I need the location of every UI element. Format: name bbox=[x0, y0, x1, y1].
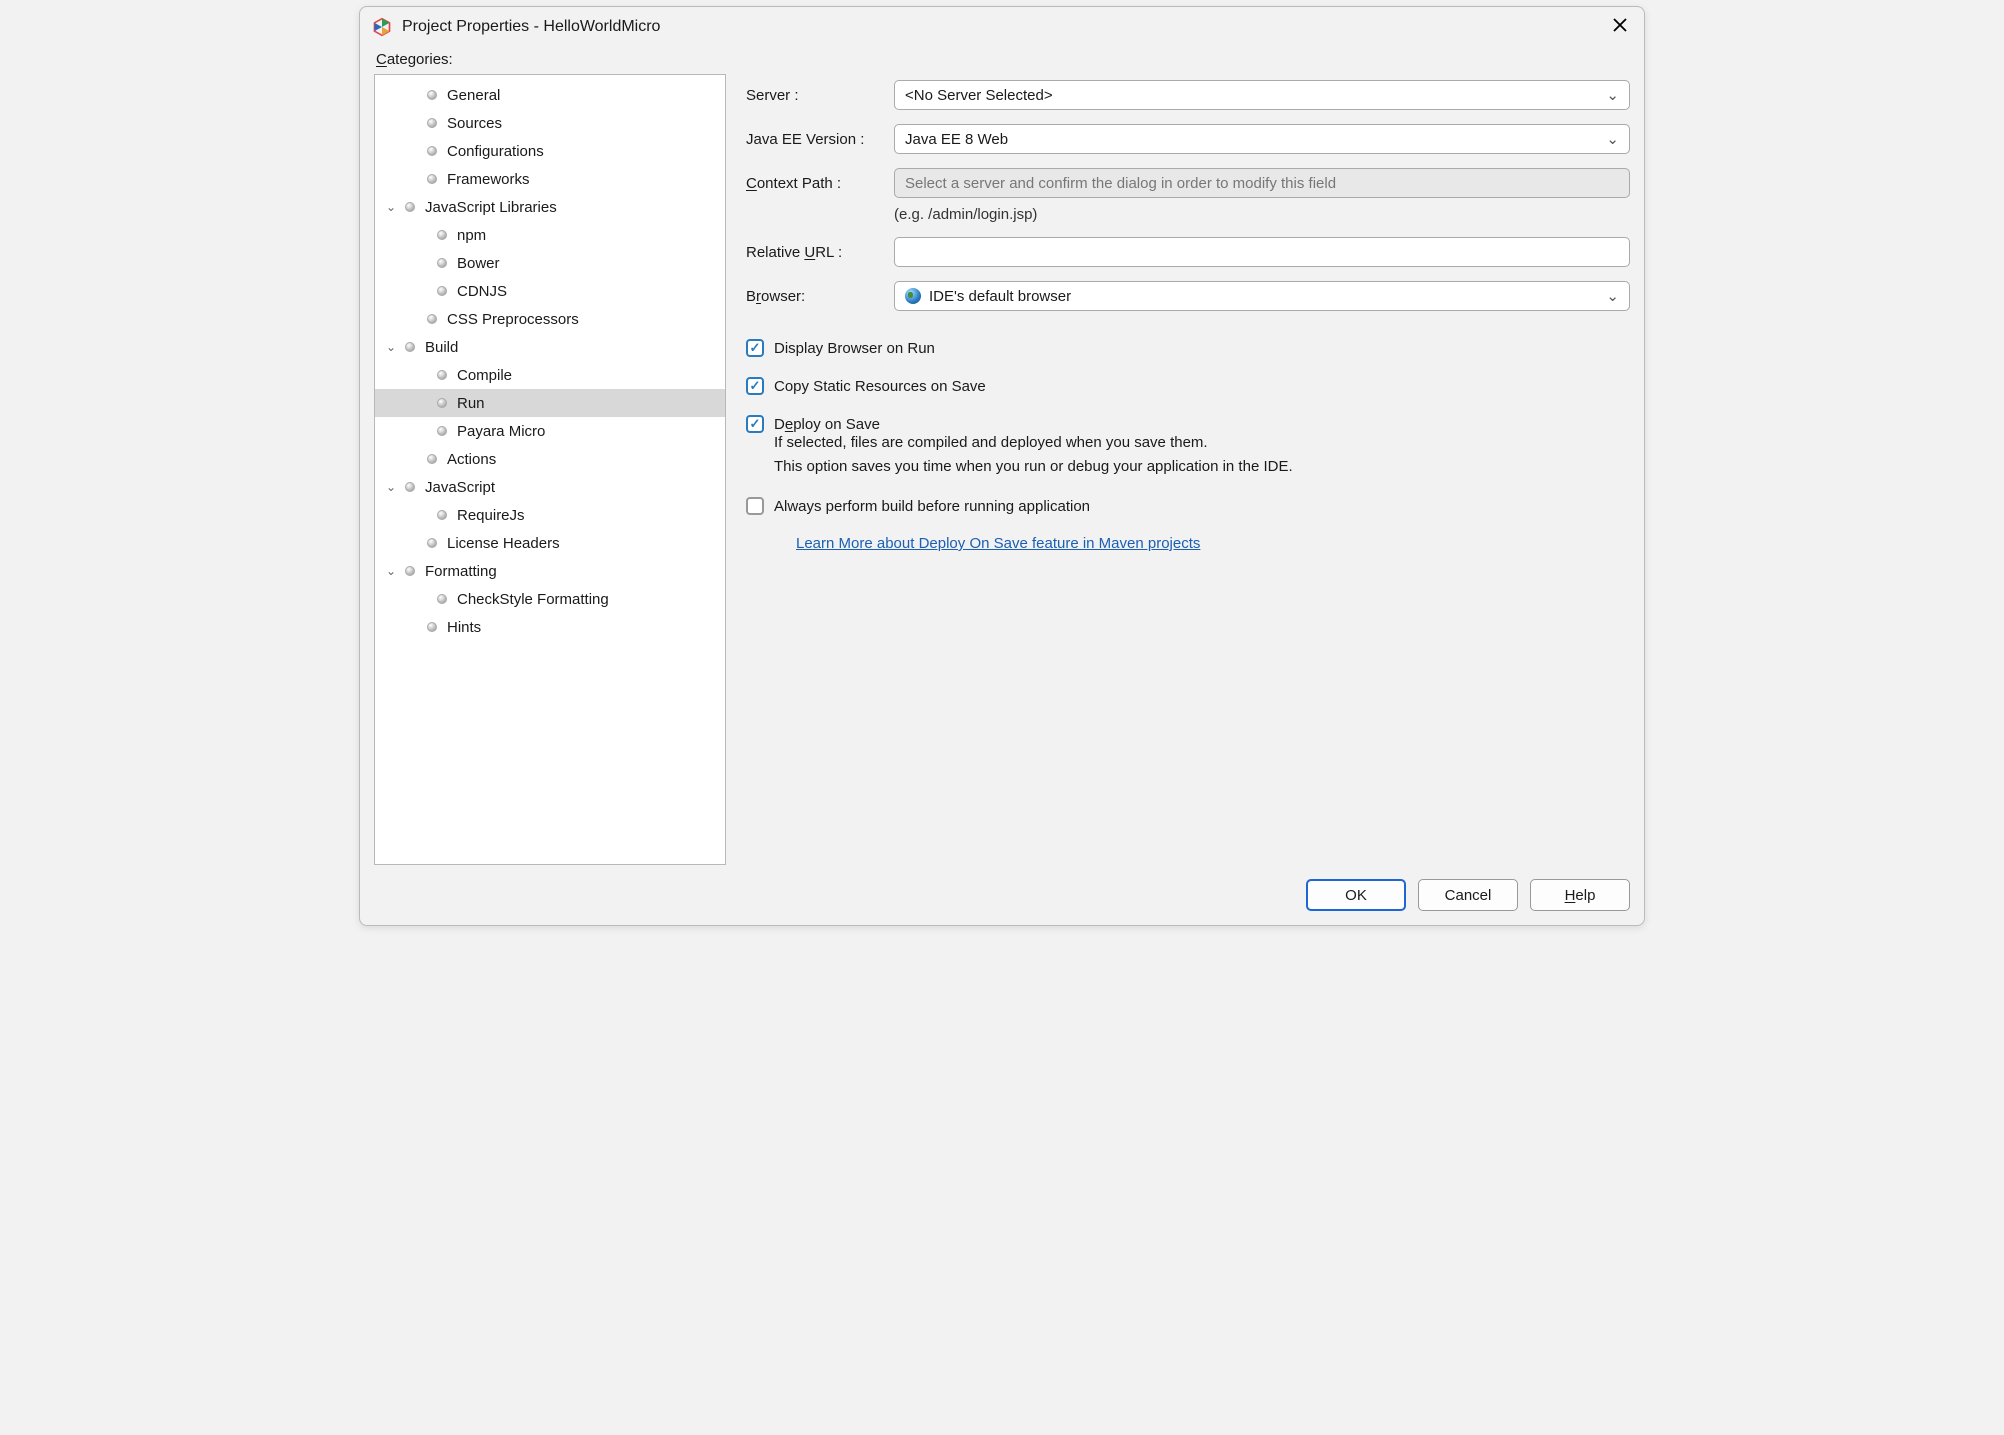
context-path-label: Context Path : bbox=[746, 175, 894, 192]
chevron-down-icon[interactable]: ⌄ bbox=[383, 564, 399, 578]
bullet-icon bbox=[405, 482, 415, 492]
app-icon bbox=[372, 17, 392, 37]
bullet-icon bbox=[427, 622, 437, 632]
categories-label: Categories: bbox=[376, 51, 1630, 68]
tree-item-formatting[interactable]: ⌄Formatting bbox=[375, 557, 725, 585]
bullet-icon bbox=[427, 454, 437, 464]
close-button[interactable] bbox=[1608, 13, 1632, 41]
browser-select[interactable]: IDE's default browser ⌄ bbox=[894, 281, 1630, 311]
bullet-icon bbox=[437, 286, 447, 296]
javaee-version-value: Java EE 8 Web bbox=[905, 131, 1008, 148]
checkbox-checked-icon[interactable]: ✓ bbox=[746, 377, 764, 395]
titlebar: Project Properties - HelloWorldMicro bbox=[360, 7, 1644, 47]
chevron-down-icon[interactable]: ⌄ bbox=[383, 480, 399, 494]
deploy-on-save-description: If selected, files are compiled and depl… bbox=[774, 431, 1630, 479]
bullet-icon bbox=[437, 594, 447, 604]
tree-item-compile[interactable]: Compile bbox=[375, 361, 725, 389]
display-browser-label: Display Browser on Run bbox=[774, 340, 935, 357]
server-label: Server : bbox=[746, 87, 894, 104]
ok-button[interactable]: OK bbox=[1306, 879, 1406, 911]
dialog-title: Project Properties - HelloWorldMicro bbox=[402, 18, 1608, 36]
tree-item-javascript[interactable]: ⌄JavaScript bbox=[375, 473, 725, 501]
deploy-on-save-label: Deploy on Save bbox=[774, 416, 880, 433]
tree-item-requirejs[interactable]: RequireJs bbox=[375, 501, 725, 529]
tree-item-payara-micro[interactable]: Payara Micro bbox=[375, 417, 725, 445]
relative-url-input[interactable] bbox=[894, 237, 1630, 267]
chevron-down-icon: ⌄ bbox=[1606, 86, 1619, 104]
globe-icon bbox=[905, 288, 921, 304]
server-select[interactable]: <No Server Selected> ⌄ bbox=[894, 80, 1630, 110]
tree-item-js-libraries[interactable]: ⌄JavaScript Libraries bbox=[375, 193, 725, 221]
run-settings-panel: Server : <No Server Selected> ⌄ Java EE … bbox=[746, 74, 1630, 865]
bullet-icon bbox=[427, 90, 437, 100]
bullet-icon bbox=[427, 146, 437, 156]
context-path-input: Select a server and confirm the dialog i… bbox=[894, 168, 1630, 198]
categories-tree[interactable]: General Sources Configurations Framework… bbox=[374, 74, 726, 865]
dialog-footer: OK Cancel Help bbox=[374, 865, 1630, 911]
tree-item-configurations[interactable]: Configurations bbox=[375, 137, 725, 165]
bullet-icon bbox=[427, 174, 437, 184]
close-icon bbox=[1612, 17, 1628, 33]
display-browser-checkbox-row[interactable]: ✓ Display Browser on Run bbox=[746, 339, 1630, 357]
help-button[interactable]: Help bbox=[1530, 879, 1630, 911]
tree-item-build[interactable]: ⌄Build bbox=[375, 333, 725, 361]
always-build-checkbox-row[interactable]: ✓ Always perform build before running ap… bbox=[746, 497, 1630, 515]
context-path-hint: (e.g. /admin/login.jsp) bbox=[894, 206, 1630, 223]
chevron-down-icon[interactable]: ⌄ bbox=[383, 200, 399, 214]
bullet-icon bbox=[437, 426, 447, 436]
javaee-version-select[interactable]: Java EE 8 Web ⌄ bbox=[894, 124, 1630, 154]
copy-static-checkbox-row[interactable]: ✓ Copy Static Resources on Save bbox=[746, 377, 1630, 395]
bullet-icon bbox=[437, 398, 447, 408]
bullet-icon bbox=[427, 118, 437, 128]
tree-item-actions[interactable]: Actions bbox=[375, 445, 725, 473]
tree-item-hints[interactable]: Hints bbox=[375, 613, 725, 641]
relative-url-label: Relative URL : bbox=[746, 244, 894, 261]
tree-item-cdnjs[interactable]: CDNJS bbox=[375, 277, 725, 305]
bullet-icon bbox=[405, 342, 415, 352]
chevron-down-icon[interactable]: ⌄ bbox=[383, 340, 399, 354]
bullet-icon bbox=[427, 538, 437, 548]
tree-item-general[interactable]: General bbox=[375, 81, 725, 109]
tree-item-sources[interactable]: Sources bbox=[375, 109, 725, 137]
tree-item-license-headers[interactable]: License Headers bbox=[375, 529, 725, 557]
tree-item-css-preprocessors[interactable]: CSS Preprocessors bbox=[375, 305, 725, 333]
bullet-icon bbox=[427, 314, 437, 324]
bullet-icon bbox=[405, 566, 415, 576]
bullet-icon bbox=[437, 258, 447, 268]
bullet-icon bbox=[437, 510, 447, 520]
bullet-icon bbox=[405, 202, 415, 212]
browser-value: IDE's default browser bbox=[929, 288, 1071, 305]
server-value: <No Server Selected> bbox=[905, 87, 1053, 104]
javaee-version-label: Java EE Version : bbox=[746, 131, 894, 148]
chevron-down-icon: ⌄ bbox=[1606, 287, 1619, 305]
checkbox-checked-icon[interactable]: ✓ bbox=[746, 339, 764, 357]
tree-item-frameworks[interactable]: Frameworks bbox=[375, 165, 725, 193]
tree-item-bower[interactable]: Bower bbox=[375, 249, 725, 277]
bullet-icon bbox=[437, 370, 447, 380]
learn-more-link[interactable]: Learn More about Deploy On Save feature … bbox=[796, 535, 1630, 552]
tree-item-checkstyle-formatting[interactable]: CheckStyle Formatting bbox=[375, 585, 725, 613]
checkbox-checked-icon[interactable]: ✓ bbox=[746, 415, 764, 433]
bullet-icon bbox=[437, 230, 447, 240]
checkbox-unchecked-icon[interactable]: ✓ bbox=[746, 497, 764, 515]
cancel-button[interactable]: Cancel bbox=[1418, 879, 1518, 911]
always-build-label: Always perform build before running appl… bbox=[774, 498, 1090, 515]
tree-item-run[interactable]: Run bbox=[375, 389, 725, 417]
browser-label: Browser: bbox=[746, 288, 894, 305]
tree-item-npm[interactable]: npm bbox=[375, 221, 725, 249]
project-properties-dialog: Project Properties - HelloWorldMicro Cat… bbox=[359, 6, 1645, 926]
copy-static-label: Copy Static Resources on Save bbox=[774, 378, 986, 395]
chevron-down-icon: ⌄ bbox=[1606, 130, 1619, 148]
